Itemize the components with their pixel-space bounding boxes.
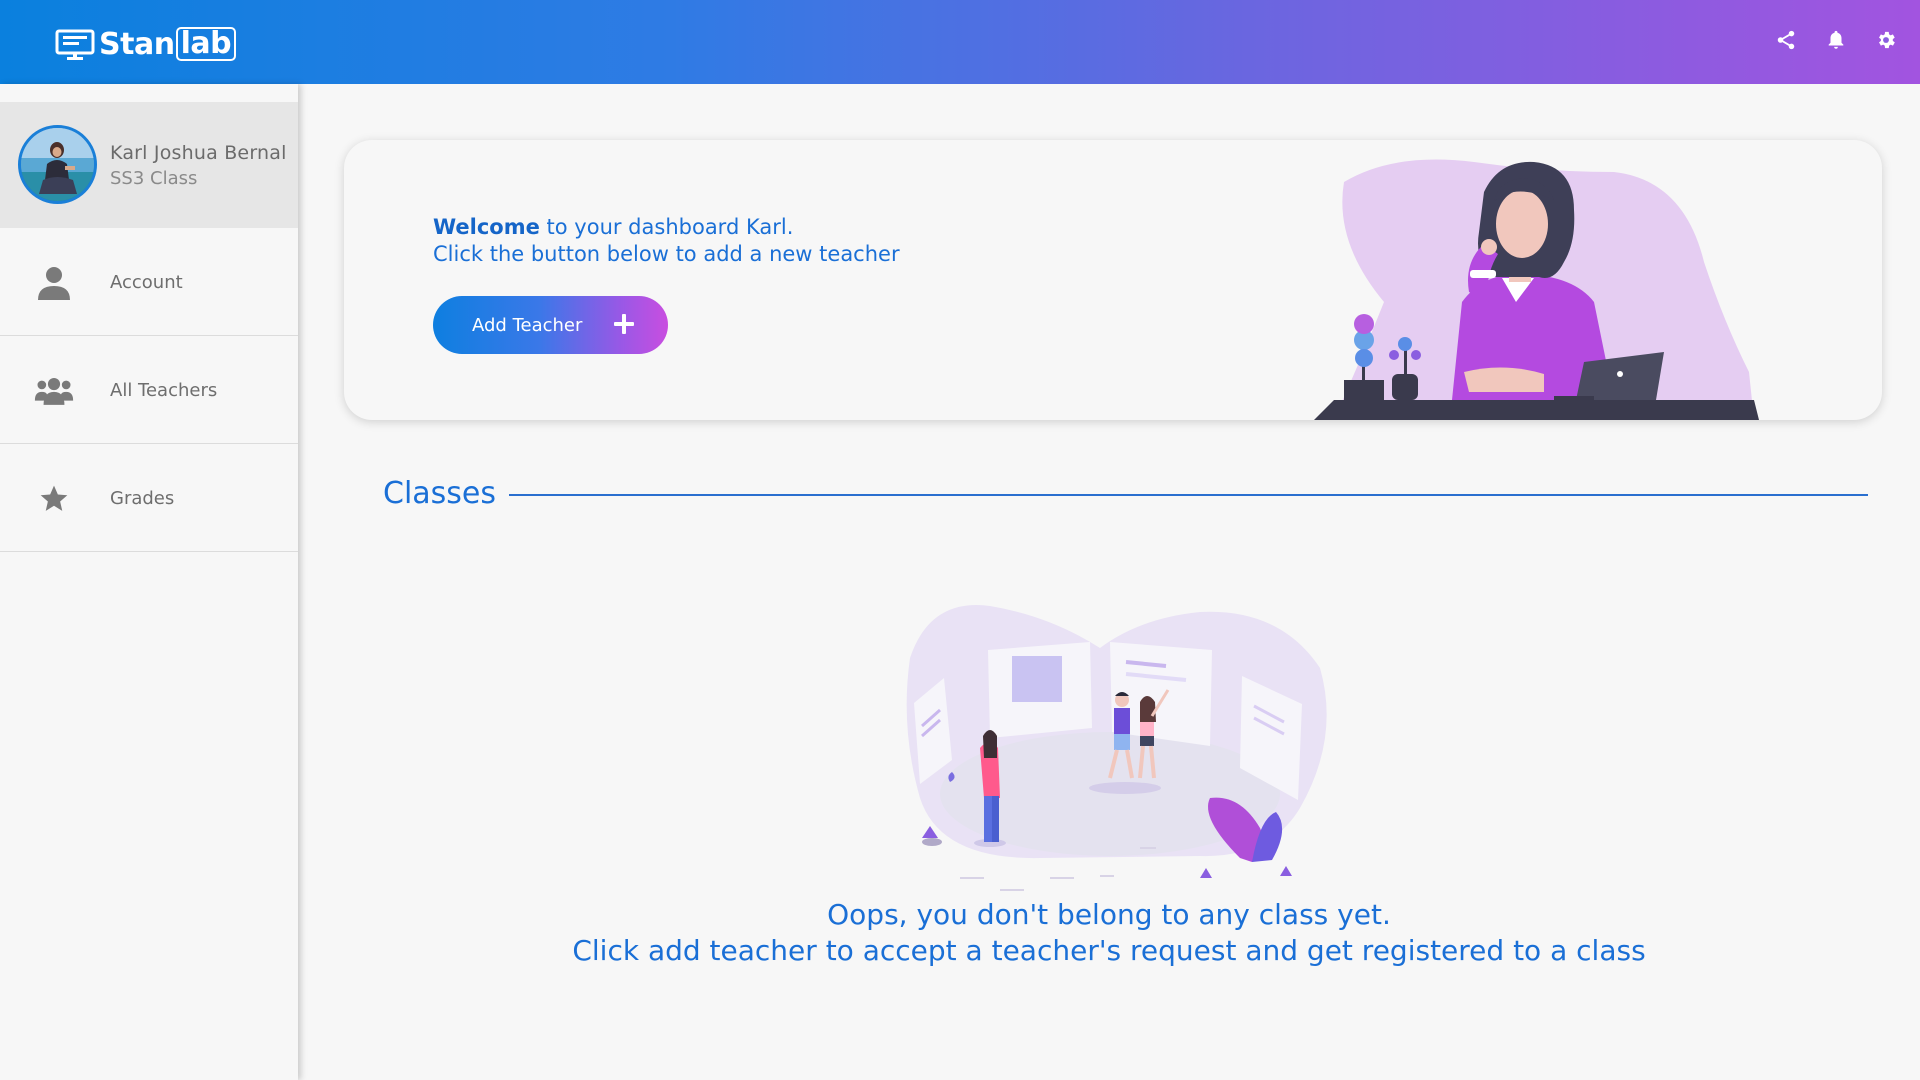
sidebar-item-label: All Teachers (110, 380, 218, 401)
app-logo[interactable]: Stan lab (55, 24, 237, 64)
empty-state-message: Oops, you don't belong to any class yet. (0, 898, 1920, 931)
sidebar-item-label: Account (110, 272, 183, 293)
classes-heading: Classes (383, 476, 497, 511)
top-bar: Stan lab (0, 0, 1920, 84)
plus-icon (612, 312, 636, 336)
welcome-text: Welcome to your dashboard Karl. (433, 215, 793, 239)
user-icon (34, 266, 74, 300)
profile-class: SS3 Class (110, 168, 198, 189)
teacher-illustration (1284, 152, 1764, 420)
profile-name: Karl Joshua Bernal (110, 142, 287, 164)
avatar (18, 125, 97, 204)
sidebar-item-label: Grades (110, 488, 175, 509)
empty-state-line2: Click add teacher to accept a teacher's … (572, 934, 1646, 967)
monitor-logo-icon (55, 29, 95, 60)
empty-classes-illustration (900, 598, 1330, 898)
share-icon[interactable] (1774, 28, 1798, 52)
add-teacher-label: Add Teacher (472, 314, 583, 336)
profile-card[interactable]: Karl Joshua Bernal SS3 Class (0, 102, 298, 228)
sidebar-item-grades[interactable]: Grades (0, 444, 298, 552)
logo-text-box: lab (175, 27, 237, 61)
add-teacher-button[interactable]: Add Teacher (433, 296, 668, 354)
welcome-strong: Welcome (433, 215, 540, 239)
welcome-subtext: Click the button below to add a new teac… (433, 242, 900, 266)
sidebar-item-account[interactable]: Account (0, 228, 298, 336)
empty-state-line1: Oops, you don't belong to any class yet. (827, 898, 1391, 931)
bell-icon[interactable] (1824, 28, 1848, 52)
welcome-card: Welcome to your dashboard Karl. Click th… (344, 140, 1882, 420)
star-icon (34, 482, 74, 516)
logo-text-main: Stan (99, 26, 175, 62)
empty-state-instruction: Click add teacher to accept a teacher's … (0, 934, 1920, 967)
classes-divider (509, 494, 1868, 496)
welcome-rest: to your dashboard Karl. (539, 215, 794, 239)
sidebar-item-all-teachers[interactable]: All Teachers (0, 336, 298, 444)
gear-icon[interactable] (1874, 28, 1898, 52)
users-group-icon (34, 374, 74, 408)
